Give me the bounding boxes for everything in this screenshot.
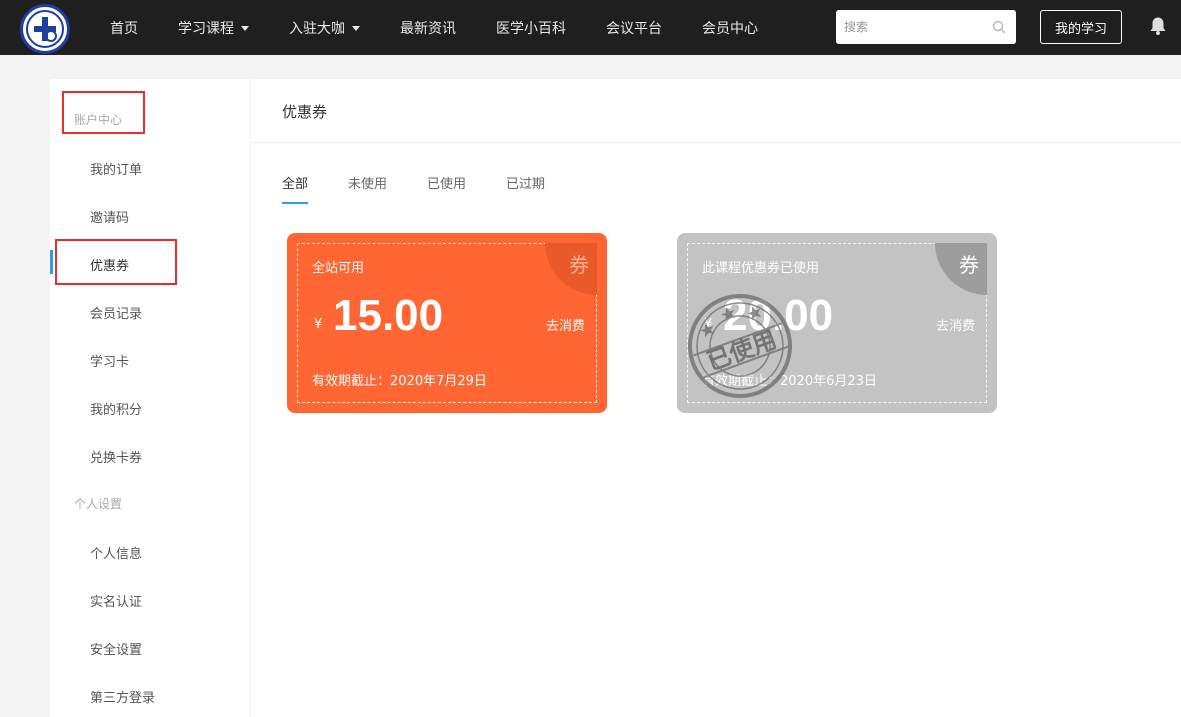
search-icon[interactable] xyxy=(992,20,1006,34)
active-indicator xyxy=(50,250,53,274)
site-logo[interactable] xyxy=(20,4,70,54)
nav-news[interactable]: 最新资讯 xyxy=(380,0,476,55)
sidebar-item-profile[interactable]: 个人信息 xyxy=(90,543,142,562)
nav-member-center[interactable]: 会员中心 xyxy=(682,0,778,55)
use-coupon-link[interactable]: 去消费 xyxy=(936,315,975,334)
top-nav-bar: 首页 学习课程 入驻大咖 最新资讯 医学小百科 会议平台 会员中心 我的学习 xyxy=(0,0,1181,55)
chevron-down-icon xyxy=(241,26,249,31)
nav-home[interactable]: 首页 xyxy=(90,0,158,55)
use-coupon-link[interactable]: 去消费 xyxy=(546,315,585,334)
coupon-card: 券 此课程优惠券已使用 ¥ 20.00 去消费 有效期截止：2020年6月23日… xyxy=(677,233,997,413)
coupon-scope: 此课程优惠券已使用 xyxy=(702,261,820,276)
highlight-box xyxy=(62,91,145,134)
coupon-card: 券 全站可用 ¥ 15.00 去消费 有效期截止：2020年7月29日 xyxy=(287,233,607,413)
chevron-down-icon xyxy=(352,26,360,31)
search-input[interactable] xyxy=(836,10,1016,44)
sidebar-item-redeem[interactable]: 兑换卡券 xyxy=(90,447,142,466)
nav-conference[interactable]: 会议平台 xyxy=(586,0,682,55)
sidebar-group-personal: 个人设置 xyxy=(74,497,123,511)
coupon-panel: 优惠券 全部 未使用 已使用 已过期 券 全站可用 ¥ 15.00 去消费 有效… xyxy=(251,79,1181,717)
sidebar-item-security[interactable]: 安全设置 xyxy=(90,639,142,658)
nav-experts[interactable]: 入驻大咖 xyxy=(269,0,380,55)
sidebar-item-points[interactable]: 我的积分 xyxy=(90,399,142,418)
tab-used[interactable]: 已使用 xyxy=(427,173,466,205)
page-title: 优惠券 xyxy=(282,103,328,121)
divider xyxy=(251,142,1181,143)
main-nav: 首页 学习课程 入驻大咖 最新资讯 医学小百科 会议平台 会员中心 xyxy=(90,0,778,55)
sidebar-item-verification[interactable]: 实名认证 xyxy=(90,591,142,610)
scallop-edge xyxy=(991,233,997,413)
search-box xyxy=(836,10,1016,44)
logo-icon xyxy=(26,10,64,48)
nav-courses[interactable]: 学习课程 xyxy=(158,0,269,55)
sidebar-item-third-party[interactable]: 第三方登录 xyxy=(90,687,155,706)
coupon-amount: 15.00 xyxy=(333,291,444,340)
coupon-currency: ¥ xyxy=(314,317,323,332)
tab-unused[interactable]: 未使用 xyxy=(348,173,387,205)
scallop-edge xyxy=(601,233,607,413)
scallop-edge xyxy=(287,233,293,413)
tab-expired[interactable]: 已过期 xyxy=(506,173,545,205)
tab-all[interactable]: 全部 xyxy=(282,173,309,205)
coupon-tabs: 全部 未使用 已使用 已过期 xyxy=(282,173,585,205)
sidebar-item-study-card[interactable]: 学习卡 xyxy=(90,351,129,370)
coupon-scope: 全站可用 xyxy=(312,261,365,276)
used-stamp-icon: 已使用 xyxy=(688,294,792,398)
stamp-text: 已使用 xyxy=(703,325,780,376)
sidebar-item-orders[interactable]: 我的订单 xyxy=(90,159,142,178)
highlight-box xyxy=(55,239,177,285)
my-study-button[interactable]: 我的学习 xyxy=(1040,10,1122,44)
sidebar-item-invite-code[interactable]: 邀请码 xyxy=(90,207,129,226)
bell-icon[interactable] xyxy=(1149,16,1167,36)
account-sidebar: 账户中心 我的订单 邀请码 优惠券 会员记录 学习卡 我的积分 兑换卡券 个人设… xyxy=(50,79,250,717)
scallop-edge xyxy=(677,233,683,413)
sidebar-item-membership[interactable]: 会员记录 xyxy=(90,303,142,322)
nav-medical-wiki[interactable]: 医学小百科 xyxy=(476,0,586,55)
coupon-expiry: 有效期截止：2020年7月29日 xyxy=(312,374,487,389)
